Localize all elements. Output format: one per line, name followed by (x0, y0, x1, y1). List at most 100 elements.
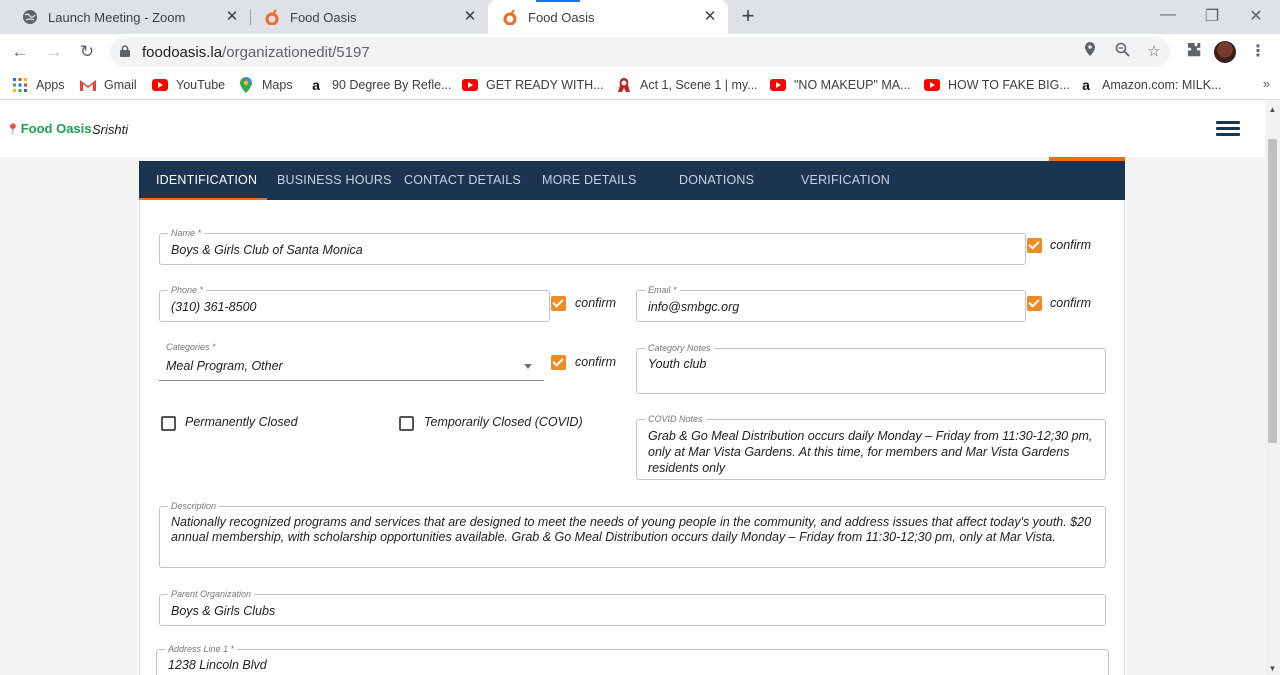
user-name: Srishti (92, 122, 129, 137)
bookmark-apps[interactable]: Apps (12, 76, 65, 94)
categories-label: Categories * (166, 342, 216, 352)
globe-icon (22, 9, 38, 25)
confirm-label: confirm (1050, 238, 1091, 252)
tab-donations[interactable]: DONATIONS (679, 161, 754, 200)
site-icon (616, 78, 632, 92)
window-close-button[interactable]: ✕ (1246, 6, 1266, 26)
permanently-closed-label: Permanently Closed (185, 415, 298, 429)
back-button[interactable]: ← (8, 40, 32, 64)
scrollbar-thumb[interactable] (1268, 139, 1277, 443)
bookmark-label: 90 Degree By Refle... (332, 78, 452, 92)
bookmark-label: "NO MAKEUP" MA... (794, 78, 911, 92)
browser-tab-strip: Launch Meeting - Zoom ✕ Food Oasis ✕ Foo… (0, 0, 1280, 34)
close-icon[interactable]: ✕ (462, 9, 478, 25)
restore-button[interactable]: ❐ (1202, 6, 1222, 26)
confirm-label: confirm (575, 296, 616, 310)
phone-label: Phone * (168, 285, 207, 296)
minimize-button[interactable]: — (1158, 6, 1178, 24)
email-value: info@smbgc.org (648, 300, 740, 314)
bookmark-label: YouTube (176, 78, 226, 92)
tab-loading-indicator (536, 0, 580, 2)
page-scrollbar[interactable]: ▲ ▼ (1265, 101, 1280, 675)
scroll-up-arrow-icon[interactable]: ▲ (1268, 105, 1277, 114)
youtube-icon (770, 78, 786, 92)
bookmark-get-ready[interactable]: GET READY WITH... (462, 76, 604, 94)
temporarily-closed-label: Temporarily Closed (COVID) (424, 415, 583, 429)
name-field[interactable]: Name * Boys & Girls Club of Santa Monica (159, 228, 1026, 265)
reload-button[interactable]: ↻ (75, 40, 99, 64)
description-field[interactable]: Description Nationally recognized progra… (159, 501, 1106, 568)
name-value: Boys & Girls Club of Santa Monica (171, 243, 363, 257)
new-tab-button[interactable]: + (736, 5, 760, 29)
bookmark-90-degree[interactable]: a 90 Degree By Refle... (308, 76, 452, 94)
address-line-1-field[interactable]: Address Line 1 * 1238 Lincoln Blvd (156, 644, 1109, 675)
close-icon[interactable]: ✕ (224, 9, 240, 25)
description-value: Nationally recognized programs and servi… (171, 515, 1092, 544)
food-oasis-logo[interactable]: 📍Food Oasis (6, 121, 92, 136)
amazon-icon: a (1082, 77, 1090, 93)
categories-confirm-checkbox[interactable] (551, 355, 566, 370)
profile-avatar[interactable] (1214, 41, 1236, 63)
food-oasis-favicon (502, 9, 518, 25)
zoom-icon[interactable] (1112, 42, 1132, 62)
scroll-down-arrow-icon[interactable]: ▼ (1268, 664, 1277, 673)
browser-tab-food-oasis-1[interactable]: Food Oasis ✕ (250, 0, 488, 34)
temporarily-closed-checkbox[interactable] (399, 416, 414, 431)
tab-title: Food Oasis (528, 9, 595, 25)
email-field[interactable]: Email * info@smbgc.org (636, 285, 1026, 322)
youtube-icon (462, 78, 478, 92)
tab-business-hours[interactable]: BUSINESS HOURS (277, 161, 392, 200)
tab-more-details[interactable]: MORE DETAILS (542, 161, 637, 200)
bookmark-youtube[interactable]: YouTube (152, 76, 225, 94)
name-confirm-checkbox[interactable] (1027, 238, 1042, 253)
browser-tab-food-oasis-2[interactable]: Food Oasis ✕ (488, 0, 728, 34)
apps-grid-icon (12, 78, 28, 92)
menu-kebab-icon[interactable]: ⋮ (1248, 42, 1268, 62)
browser-tab-zoom[interactable]: Launch Meeting - Zoom ✕ (8, 0, 250, 34)
bookmark-amazon-milk[interactable]: a Amazon.com: MILK... (1078, 76, 1221, 94)
bookmark-label: Amazon.com: MILK... (1102, 78, 1222, 92)
location-icon[interactable] (1080, 42, 1100, 62)
description-label: Description (168, 501, 220, 512)
identification-form: Name * Boys & Girls Club of Santa Monica… (139, 200, 1125, 675)
covid-notes-value: Grab & Go Meal Distribution occurs daily… (648, 429, 1093, 475)
phone-confirm-checkbox[interactable] (551, 296, 566, 311)
categories-select[interactable]: Categories * Meal Program, Other (159, 342, 544, 381)
bookmarks-overflow-button[interactable]: » (1263, 76, 1270, 91)
parent-organization-field[interactable]: Parent Organization Boys & Girls Clubs (159, 589, 1106, 626)
bookmark-label: Maps (262, 78, 293, 92)
bookmark-no-makeup[interactable]: "NO MAKEUP" MA... (770, 76, 911, 94)
bookmark-gmail[interactable]: Gmail (80, 76, 137, 94)
gmail-icon (80, 78, 96, 92)
tab-identification[interactable]: IDENTIFICATION (156, 161, 257, 200)
logo-text: Food Oasis (20, 121, 92, 136)
category-notes-field[interactable]: Category Notes Youth club (636, 343, 1106, 394)
bookmark-maps[interactable]: Maps (238, 76, 293, 94)
bookmark-label: Gmail (104, 78, 137, 92)
bookmark-fake-big[interactable]: HOW TO FAKE BIG... (924, 76, 1070, 94)
covid-notes-field[interactable]: COVID Notes Grab & Go Meal Distribution … (636, 414, 1106, 480)
form-tabs: IDENTIFICATION BUSINESS HOURS CONTACT DE… (139, 161, 1125, 200)
browser-toolbar: ← → ↻ foodoasis.la/organizationedit/5197… (0, 34, 1280, 70)
forward-button[interactable]: → (42, 40, 66, 64)
url-host: foodoasis.la (142, 44, 223, 61)
bookmark-label: HOW TO FAKE BIG... (948, 78, 1070, 92)
url-path: /organizationedit/5197 (222, 44, 370, 61)
lock-icon (120, 45, 130, 57)
category-notes-label: Category Notes (645, 343, 714, 354)
tab-contact-details[interactable]: CONTACT DETAILS (404, 161, 521, 200)
star-icon[interactable]: ☆ (1144, 42, 1164, 62)
close-icon[interactable]: ✕ (702, 9, 718, 25)
bookmark-act-1[interactable]: Act 1, Scene 1 | my... (616, 76, 758, 94)
phone-field[interactable]: Phone * (310) 361-8500 (159, 285, 550, 322)
hamburger-menu-icon[interactable] (1216, 121, 1240, 137)
extensions-icon[interactable] (1184, 42, 1204, 62)
category-notes-value: Youth club (648, 357, 707, 371)
confirm-label: confirm (575, 355, 616, 369)
tab-verification[interactable]: VERIFICATION (801, 161, 890, 200)
food-oasis-favicon (264, 9, 280, 25)
address-bar[interactable]: foodoasis.la/organizationedit/5197 ☆ (110, 37, 1170, 67)
youtube-icon (152, 78, 168, 92)
permanently-closed-checkbox[interactable] (161, 416, 176, 431)
email-confirm-checkbox[interactable] (1027, 296, 1042, 311)
